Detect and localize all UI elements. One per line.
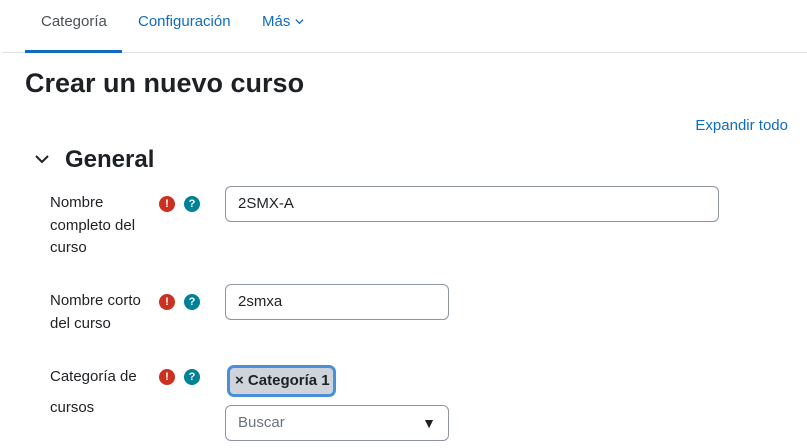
shortname-input[interactable]: 2smxa — [225, 284, 449, 320]
search-placeholder: Buscar — [238, 414, 285, 431]
selected-category-chip[interactable]: × Categoría 1 — [227, 365, 336, 397]
page-title: Crear un nuevo curso — [25, 68, 305, 98]
expand-all-link[interactable]: Expandir todo — [695, 117, 788, 134]
collapse-chevron-icon[interactable] — [33, 150, 51, 168]
required-icon: ! — [159, 369, 175, 385]
shortname-label: Nombre corto del curso — [50, 292, 141, 332]
dropdown-arrow-icon: ▼ — [422, 415, 436, 431]
chevron-down-icon — [294, 19, 304, 25]
required-icon: ! — [159, 196, 175, 212]
fullname-label: Nombre completo del curso — [50, 194, 136, 256]
help-icon[interactable]: ? — [184, 196, 200, 212]
section-title[interactable]: General — [65, 146, 154, 174]
category-search-select[interactable]: Buscar ▼ — [225, 405, 449, 441]
help-icon[interactable]: ? — [184, 294, 200, 310]
tab-mas[interactable]: Más — [262, 0, 304, 53]
category-label: Categoría de cursos — [50, 368, 137, 416]
tab-categoria[interactable]: Categoría — [25, 0, 122, 53]
tab-nav: Categoría Configuración Más — [2, 0, 807, 53]
tab-mas-label: Más — [262, 13, 291, 30]
help-icon[interactable]: ? — [184, 369, 200, 385]
fullname-input[interactable]: 2SMX-A — [225, 186, 719, 222]
required-icon: ! — [159, 294, 175, 310]
tab-configuracion[interactable]: Configuración — [138, 0, 231, 53]
